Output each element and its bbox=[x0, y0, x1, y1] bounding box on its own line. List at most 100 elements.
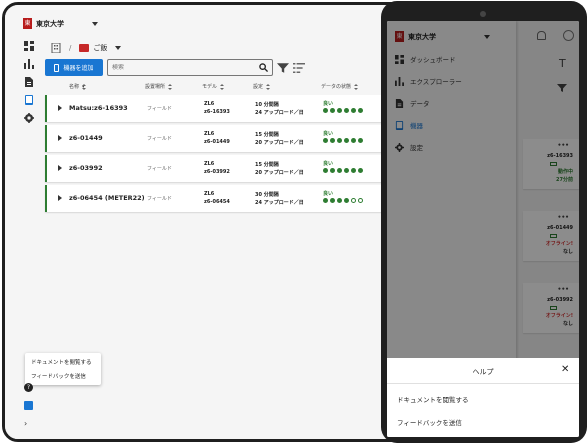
explorer-chart-icon[interactable] bbox=[24, 59, 34, 69]
column-header-name[interactable]: 名称 ▾ bbox=[69, 83, 87, 90]
toolbar: 機器を追加 bbox=[45, 59, 307, 76]
device-name: Matsu:z6-16393 bbox=[69, 104, 128, 112]
search-input[interactable] bbox=[112, 64, 259, 71]
quality-dot bbox=[323, 198, 328, 203]
table-row[interactable]: z6-01449 フィールド ZL6 z6-01449 15 分間隔 20 アッ… bbox=[45, 125, 389, 152]
device-interval: 30 分間隔 bbox=[255, 192, 279, 198]
quality-dot bbox=[337, 108, 342, 113]
data-status-text: 良い bbox=[323, 191, 334, 197]
browse-docs-item[interactable]: ドキュメントを閲覧する bbox=[397, 394, 469, 404]
add-device-button[interactable]: 機器を追加 bbox=[45, 59, 103, 76]
device-site: フィールド bbox=[147, 106, 172, 112]
quality-dot bbox=[330, 198, 335, 203]
quality-dot bbox=[358, 108, 363, 113]
column-header-data-status[interactable]: データの状態 bbox=[321, 83, 359, 90]
device-interval: 15 分間隔 bbox=[255, 162, 279, 168]
dashboard-icon[interactable] bbox=[24, 41, 34, 51]
devices-icon[interactable] bbox=[24, 95, 34, 105]
quality-dot bbox=[323, 138, 328, 143]
device-site: フィールド bbox=[147, 166, 172, 172]
sort-icon bbox=[220, 83, 225, 90]
device-upload: 20 アップロード／日 bbox=[255, 170, 304, 176]
sort-list-icon[interactable] bbox=[293, 62, 305, 74]
table-row[interactable]: z6-03992 フィールド ZL6 z6-03992 15 分間隔 20 アッ… bbox=[45, 155, 389, 182]
device-site: フィールド bbox=[147, 196, 172, 202]
help-bottom-sheet: ヘルプ ✕ ドキュメントを閲覧する フィードバックを送信 bbox=[387, 358, 579, 437]
breadcrumb-separator: / bbox=[69, 44, 72, 52]
browse-docs-item[interactable]: ドキュメントを閲覧する bbox=[25, 355, 101, 369]
breadcrumb-folder[interactable]: ご飯 bbox=[93, 43, 107, 53]
column-header-model[interactable]: モデル bbox=[202, 83, 225, 90]
device-serial: z6-03992 bbox=[204, 169, 230, 175]
phone-screen: T ••• z6-16393 動作中 27分前 ••• z6-01449 オフラ… bbox=[387, 21, 579, 437]
quality-dot bbox=[358, 168, 363, 173]
quality-dot bbox=[323, 168, 328, 173]
building-icon[interactable] bbox=[51, 43, 61, 53]
help-popover: ドキュメントを閲覧する フィードバックを送信 bbox=[25, 353, 101, 385]
phone-device: T ••• z6-16393 動作中 27分前 ••• z6-01449 オフラ… bbox=[381, 1, 587, 443]
quality-dot bbox=[351, 198, 356, 203]
quality-dot bbox=[337, 198, 342, 203]
org-logo: 東 bbox=[23, 18, 32, 29]
filter-icon[interactable] bbox=[277, 62, 289, 74]
column-header-site[interactable]: 設置場所 bbox=[145, 83, 173, 90]
add-device-label: 機器を追加 bbox=[63, 65, 94, 72]
search-box[interactable] bbox=[107, 59, 273, 76]
expand-row-icon[interactable] bbox=[58, 195, 62, 201]
device-table: Matsu:z6-16393 フィールド ZL6 z6-16393 10 分間隔… bbox=[45, 95, 389, 215]
sort-icon bbox=[168, 83, 173, 90]
device-upload: 24 アップロード／日 bbox=[255, 200, 304, 206]
table-header: 名称 ▾ 設置場所 モデル 設定 データの状態 bbox=[45, 81, 389, 93]
tablet-icon bbox=[54, 63, 60, 72]
org-selector[interactable]: 東 東京大学 bbox=[23, 18, 98, 29]
quality-dot bbox=[351, 138, 356, 143]
data-status-text: 良い bbox=[323, 131, 334, 137]
device-interval: 10 分間隔 bbox=[255, 102, 279, 108]
column-header-settings[interactable]: 設定 bbox=[253, 83, 271, 90]
quality-dot bbox=[330, 168, 335, 173]
quality-dot bbox=[344, 108, 349, 113]
expand-row-icon[interactable] bbox=[58, 135, 62, 141]
search-icon[interactable] bbox=[259, 63, 268, 72]
org-name: 東京大学 bbox=[36, 19, 64, 28]
send-feedback-item[interactable]: フィードバックを送信 bbox=[397, 417, 462, 427]
device-name: z6-03992 bbox=[69, 164, 103, 172]
data-document-icon[interactable] bbox=[24, 77, 34, 87]
data-quality-dots bbox=[323, 168, 365, 173]
device-model: ZL6 bbox=[204, 161, 215, 167]
sort-icon bbox=[354, 83, 359, 90]
chevron-down-icon bbox=[92, 21, 98, 26]
quality-dot bbox=[330, 108, 335, 113]
folder-icon bbox=[79, 44, 90, 52]
device-serial: z6-01449 bbox=[204, 139, 230, 145]
device-name: z6-01449 bbox=[69, 134, 103, 142]
quality-dot bbox=[358, 138, 363, 143]
close-icon[interactable]: ✕ bbox=[561, 364, 569, 375]
table-row[interactable]: z6-06454 (METER22) フィールド ZL6 z6-06454 30… bbox=[45, 185, 389, 212]
quality-dot bbox=[344, 198, 349, 203]
table-row[interactable]: Matsu:z6-16393 フィールド ZL6 z6-16393 10 分間隔… bbox=[45, 95, 389, 122]
expand-sidebar-icon[interactable]: › bbox=[24, 419, 27, 428]
data-quality-dots bbox=[323, 138, 365, 143]
quality-dot bbox=[351, 108, 356, 113]
device-model: ZL6 bbox=[204, 131, 215, 137]
chevron-down-icon[interactable] bbox=[115, 46, 122, 50]
sort-desc-icon: ▾ bbox=[82, 83, 87, 90]
settings-gear-icon[interactable] bbox=[24, 113, 34, 123]
help-icon[interactable]: ? bbox=[24, 383, 33, 392]
expand-row-icon[interactable] bbox=[58, 105, 62, 111]
device-site: フィールド bbox=[147, 136, 172, 142]
quality-dot bbox=[330, 138, 335, 143]
quality-dot bbox=[344, 138, 349, 143]
device-model: ZL6 bbox=[204, 191, 215, 197]
send-feedback-item[interactable]: フィードバックを送信 bbox=[25, 369, 101, 383]
device-interval: 15 分間隔 bbox=[255, 132, 279, 138]
device-upload: 24 アップロード／日 bbox=[255, 110, 304, 116]
device-model: ZL6 bbox=[204, 101, 215, 107]
sort-icon bbox=[266, 83, 271, 90]
camera-icon bbox=[480, 11, 486, 17]
quality-dot bbox=[323, 108, 328, 113]
chat-icon[interactable] bbox=[24, 401, 33, 410]
expand-row-icon[interactable] bbox=[58, 165, 62, 171]
device-serial: z6-16393 bbox=[204, 109, 230, 115]
